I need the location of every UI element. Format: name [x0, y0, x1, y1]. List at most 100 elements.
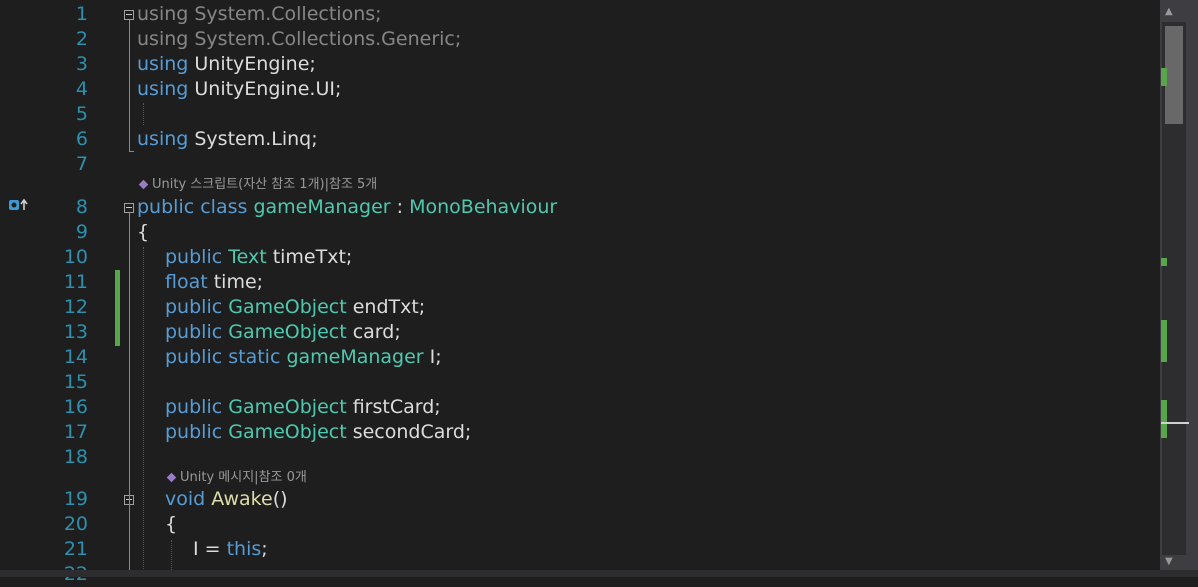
implements-arrow-icon[interactable] — [8, 198, 30, 212]
code-line-19[interactable]: void Awake() — [165, 487, 288, 512]
code-line-3[interactable]: using UnityEngine; — [137, 52, 316, 77]
collapse-box-icon[interactable] — [124, 203, 134, 213]
code-text: { — [137, 221, 150, 243]
line-number: 15 — [63, 371, 88, 393]
codelens-method[interactable]: Unity 메시지|참조 0개 — [166, 469, 307, 487]
code-line-20[interactable]: { — [165, 512, 177, 537]
line-number: 17 — [63, 421, 88, 443]
code-text: firstCard; — [346, 396, 441, 418]
code-line-10[interactable]: public Text timeTxt; — [165, 245, 352, 270]
keyword: class — [200, 196, 248, 218]
type-name: GameObject — [228, 321, 347, 343]
line-number: 19 — [63, 488, 88, 510]
keyword: public — [165, 346, 223, 368]
code-line-8[interactable]: public class gameManager : MonoBehaviour — [137, 195, 557, 220]
line-number: 4 — [75, 78, 88, 100]
code-text: System.Linq; — [188, 128, 318, 150]
code-text: secondCard; — [346, 421, 472, 443]
code-text: UnityEngine.UI; — [188, 78, 342, 100]
code-text: ; — [261, 538, 268, 560]
keyword: public — [165, 396, 223, 418]
type-name: GameObject — [228, 296, 347, 318]
line-number: 10 — [63, 246, 88, 268]
line-number: 3 — [75, 53, 88, 75]
code-text: System.Collections; — [188, 3, 382, 25]
keyword: public — [165, 296, 223, 318]
type-name: Text — [228, 246, 267, 268]
line-number: 18 — [63, 446, 88, 468]
keyword: void — [165, 488, 206, 510]
codelens-text[interactable]: Unity 메시지|참조 0개 — [180, 470, 307, 485]
code-line-17[interactable]: public GameObject secondCard; — [165, 420, 471, 445]
change-map-marker — [1161, 258, 1167, 266]
code-line-1[interactable]: using System.Collections; — [137, 2, 382, 27]
change-map-marker — [1161, 68, 1167, 86]
code-line-13[interactable]: public GameObject card; — [165, 320, 401, 345]
unity-cube-icon — [166, 472, 177, 483]
line-number: 9 — [75, 221, 88, 243]
keyword: public — [137, 196, 195, 218]
code-line-11[interactable]: float time; — [165, 270, 263, 295]
caret-position-marker — [1161, 422, 1189, 424]
keyword: this — [226, 538, 262, 560]
type-name: GameObject — [228, 396, 347, 418]
codelens-class[interactable]: Unity 스크립트(자산 참조 1개)|참조 5개 — [138, 176, 377, 194]
outline-line — [129, 213, 130, 577]
keyword: static — [228, 346, 281, 368]
outline-line — [129, 151, 134, 152]
line-number: 1 — [75, 3, 88, 25]
code-text: time; — [207, 271, 264, 293]
code-line-14[interactable]: public static gameManager I; — [165, 345, 442, 370]
code-text: : — [390, 196, 410, 218]
horizontal-scrollbar[interactable] — [0, 570, 1198, 577]
outline-line — [129, 20, 130, 152]
indent-guide — [143, 247, 144, 577]
method-name: Awake — [211, 488, 273, 510]
change-map-marker — [1161, 320, 1167, 362]
line-number: 16 — [63, 396, 88, 418]
line-number: 14 — [63, 346, 88, 368]
keyword: public — [165, 321, 223, 343]
code-text: endTxt; — [346, 296, 426, 318]
indent-guide — [143, 103, 144, 125]
code-text: { — [165, 513, 178, 535]
type-name: GameObject — [228, 421, 347, 443]
line-number: 6 — [75, 128, 88, 150]
unity-cube-icon — [138, 179, 149, 190]
keyword: using — [137, 53, 189, 75]
code-line-2[interactable]: using System.Collections.Generic; — [137, 27, 461, 52]
line-number: 12 — [63, 296, 88, 318]
code-line-6[interactable]: using System.Linq; — [137, 127, 318, 152]
codelens-text[interactable]: Unity 스크립트(자산 참조 1개)|참조 5개 — [152, 177, 377, 192]
code-line-4[interactable]: using UnityEngine.UI; — [137, 77, 341, 102]
scroll-up-icon[interactable]: ▲ — [1165, 6, 1173, 17]
code-line-12[interactable]: public GameObject endTxt; — [165, 295, 425, 320]
line-number: 5 — [75, 103, 88, 125]
code-text: card; — [346, 321, 401, 343]
line-number: 21 — [63, 538, 88, 560]
collapse-box-icon[interactable] — [124, 10, 134, 20]
keyword: using — [137, 128, 189, 150]
keyword: float — [165, 271, 208, 293]
code-line-16[interactable]: public GameObject firstCard; — [165, 395, 441, 420]
indent-guide — [171, 540, 172, 570]
code-line-9[interactable]: { — [137, 220, 149, 245]
code-text: I; — [423, 346, 442, 368]
code-text: () — [272, 488, 288, 510]
code-line-21[interactable]: I = this; — [193, 537, 268, 562]
keyword: using — [137, 78, 189, 100]
type-name: gameManager — [286, 346, 424, 368]
code-text: I = — [193, 538, 227, 560]
base-type: MonoBehaviour — [409, 196, 558, 218]
line-number: 20 — [63, 513, 88, 535]
code-text: UnityEngine; — [188, 53, 316, 75]
line-number: 2 — [75, 28, 88, 50]
line-number: 7 — [75, 153, 88, 175]
code-editor[interactable]: 1 2 3 4 5 6 7 8 9 10 11 12 13 14 15 16 1… — [0, 0, 1160, 585]
keyword: using — [137, 28, 189, 50]
scroll-down-icon[interactable]: ▼ — [1165, 556, 1173, 567]
line-number: 11 — [63, 271, 88, 293]
code-text: timeTxt; — [266, 246, 353, 268]
line-number: 13 — [63, 321, 88, 343]
scrollbar-thumb[interactable] — [1165, 26, 1183, 124]
